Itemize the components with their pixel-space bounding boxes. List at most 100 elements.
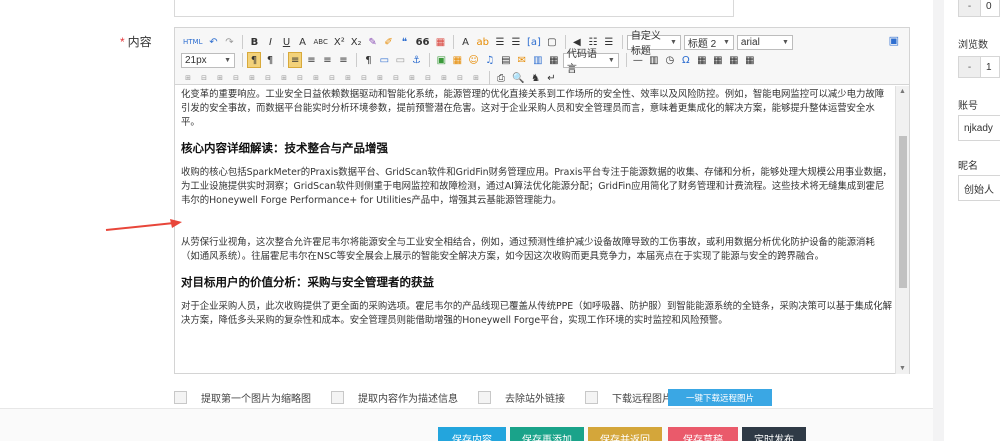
table-tool-icon[interactable]: ⊞ xyxy=(245,70,259,86)
table-tool-icon[interactable]: ⊞ xyxy=(405,70,419,86)
map-icon[interactable]: ▥ xyxy=(531,52,545,68)
image-icon[interactable]: ▣ xyxy=(434,52,448,68)
font-family-select[interactable]: arial ▼ xyxy=(736,34,793,50)
special-chars-icon[interactable]: Ω xyxy=(679,52,693,68)
decrement-button[interactable]: - xyxy=(959,57,981,77)
align-right-button[interactable]: ≡ xyxy=(320,52,334,68)
blockquote-button[interactable]: 66 xyxy=(414,34,432,50)
align-left-button[interactable]: ≡ xyxy=(288,52,303,68)
superscript-button[interactable]: X² xyxy=(332,34,347,50)
italic-button[interactable]: I xyxy=(263,34,277,50)
checkbox[interactable] xyxy=(585,390,598,404)
format-painter-icon[interactable]: ✐ xyxy=(382,34,396,50)
table-tool-icon[interactable]: ⊞ xyxy=(309,70,323,86)
auto-format-icon[interactable]: ❝ xyxy=(398,34,412,50)
search-replace-icon[interactable]: ♞ xyxy=(528,70,542,86)
highlight-color-button[interactable]: ab xyxy=(474,34,490,50)
align-justify-button[interactable]: ≡ xyxy=(336,52,350,68)
link-icon[interactable]: ▭ xyxy=(377,52,391,68)
ltr-direction-button[interactable]: ¶ xyxy=(247,52,261,68)
fullscreen-icon[interactable]: ▣ xyxy=(889,34,899,47)
table-tool-icon[interactable]: ⊞ xyxy=(181,70,195,86)
table-delete-icon[interactable]: ▦ xyxy=(711,52,725,68)
views-stepper[interactable]: -1 xyxy=(958,56,1000,78)
description-textarea[interactable] xyxy=(174,0,734,17)
save-and-add-button[interactable]: 保存再添加 xyxy=(510,427,584,441)
preview-icon[interactable]: 🔍 xyxy=(510,70,526,86)
table-tool-icon[interactable]: ⊟ xyxy=(421,70,435,86)
stepper-value[interactable]: 1 xyxy=(981,57,999,77)
number-stepper[interactable]: -0 xyxy=(958,0,1000,17)
unordered-list-button[interactable]: ☰ xyxy=(509,34,523,50)
table-tool-icon[interactable]: ⊟ xyxy=(293,70,307,86)
rich-text-editor[interactable]: HTML ↶ ↷ B I U A ABC X² X₂ ✎ ✐ ❝ 66 ▦ A … xyxy=(174,27,910,374)
option-remove-external-links[interactable]: 去除站外链接 xyxy=(478,390,565,405)
undo-button[interactable]: ↶ xyxy=(206,34,220,50)
checkbox[interactable] xyxy=(174,390,187,404)
option-extract-description[interactable]: 提取内容作为描述信息 xyxy=(331,390,458,405)
strikethrough-button[interactable]: ABC xyxy=(311,34,329,50)
multi-image-icon[interactable]: ▦ xyxy=(450,52,464,68)
scroll-up-icon[interactable]: ▲ xyxy=(899,88,906,95)
table-tool-icon[interactable]: ⊟ xyxy=(453,70,467,86)
scroll-down-icon[interactable]: ▼ xyxy=(899,365,906,372)
table-tool-icon[interactable]: ⊞ xyxy=(341,70,355,86)
code-language-select[interactable]: 代码语言 ▼ xyxy=(562,49,619,75)
emoji-icon[interactable]: ☺ xyxy=(466,52,480,68)
schedule-publish-button[interactable]: 定时发布 xyxy=(742,427,806,441)
checkbox[interactable] xyxy=(331,390,344,404)
date-icon[interactable]: ▥ xyxy=(647,52,661,68)
custom-style-select[interactable]: 自定义标题 ▼ xyxy=(626,31,681,57)
unlink-icon[interactable]: ▭ xyxy=(393,52,407,68)
lineheight-button[interactable]: ☰ xyxy=(602,34,616,50)
editor-scrollbar[interactable]: ▲ ▼ xyxy=(895,86,909,374)
select-all-button[interactable]: [a] xyxy=(525,34,543,50)
music-icon[interactable]: ♫ xyxy=(483,52,497,68)
gmap-icon[interactable]: ▦ xyxy=(547,52,561,68)
bold-button[interactable]: B xyxy=(247,34,261,50)
attachment-icon[interactable]: ✉ xyxy=(515,52,529,68)
table-tool-icon[interactable]: ⊟ xyxy=(389,70,403,86)
download-remote-images-button[interactable]: 一键下载远程图片 xyxy=(668,389,772,406)
option-download-remote-images[interactable]: 下载远程图片 xyxy=(585,390,672,405)
align-center-button[interactable]: ≡ xyxy=(304,52,318,68)
print-icon[interactable]: ⎙ xyxy=(494,70,508,86)
table-tool-icon[interactable]: ⊟ xyxy=(261,70,275,86)
underline-button[interactable]: U xyxy=(279,34,293,50)
save-content-button[interactable]: 保存内容 xyxy=(438,427,506,441)
font-border-button[interactable]: A xyxy=(295,34,309,50)
table-tool-icon[interactable]: ⊟ xyxy=(197,70,211,86)
eraser-icon[interactable]: ✎ xyxy=(366,34,380,50)
table-tool-icon[interactable]: ⊞ xyxy=(277,70,291,86)
table-insert-icon[interactable]: ▦ xyxy=(695,52,709,68)
subscript-button[interactable]: X₂ xyxy=(349,34,364,50)
table-tool-icon[interactable]: ⊟ xyxy=(229,70,243,86)
video-icon[interactable]: ▤ xyxy=(499,52,513,68)
stepper-value[interactable]: 0 xyxy=(981,0,999,16)
table-tool-icon[interactable]: ⊟ xyxy=(325,70,339,86)
option-first-image-thumbnail[interactable]: 提取第一个图片为缩略图 xyxy=(174,390,311,405)
table-col-icon[interactable]: ▦ xyxy=(743,52,757,68)
table-tool-icon[interactable]: ⊞ xyxy=(373,70,387,86)
table-tool-icon[interactable]: ⊞ xyxy=(213,70,227,86)
checkbox[interactable] xyxy=(478,390,491,404)
rtl-direction-button[interactable]: ¶ xyxy=(263,52,277,68)
font-size-select[interactable]: 21px ▼ xyxy=(181,52,235,68)
pasteplain-icon[interactable]: ▦ xyxy=(433,34,447,50)
indent-button[interactable]: ¶ xyxy=(361,52,375,68)
html-source-button[interactable]: HTML xyxy=(181,34,204,50)
editor-content[interactable]: 化变革的重要响应。工业安全日益依赖数据驱动和智能化系统，能源管理的优化直接关系到… xyxy=(181,88,893,373)
table-tool-icon[interactable]: ⊟ xyxy=(357,70,371,86)
horizontal-rule-icon[interactable]: — xyxy=(631,52,645,68)
paragraph-select[interactable]: 标题 2 ▼ xyxy=(683,34,734,50)
ordered-list-button[interactable]: ☰ xyxy=(493,34,507,50)
account-input[interactable]: njkady xyxy=(958,115,1000,141)
table-row-icon[interactable]: ▦ xyxy=(727,52,741,68)
table-tool-icon[interactable]: ⊞ xyxy=(437,70,451,86)
decrement-button[interactable]: - xyxy=(959,0,981,16)
font-color-button[interactable]: A xyxy=(458,34,472,50)
time-icon[interactable]: ◷ xyxy=(663,52,677,68)
anchor-icon[interactable]: ⚓ xyxy=(409,52,423,68)
insert-paragraph-icon[interactable]: ↵ xyxy=(544,70,558,86)
nickname-input[interactable]: 创始人 xyxy=(958,175,1000,201)
